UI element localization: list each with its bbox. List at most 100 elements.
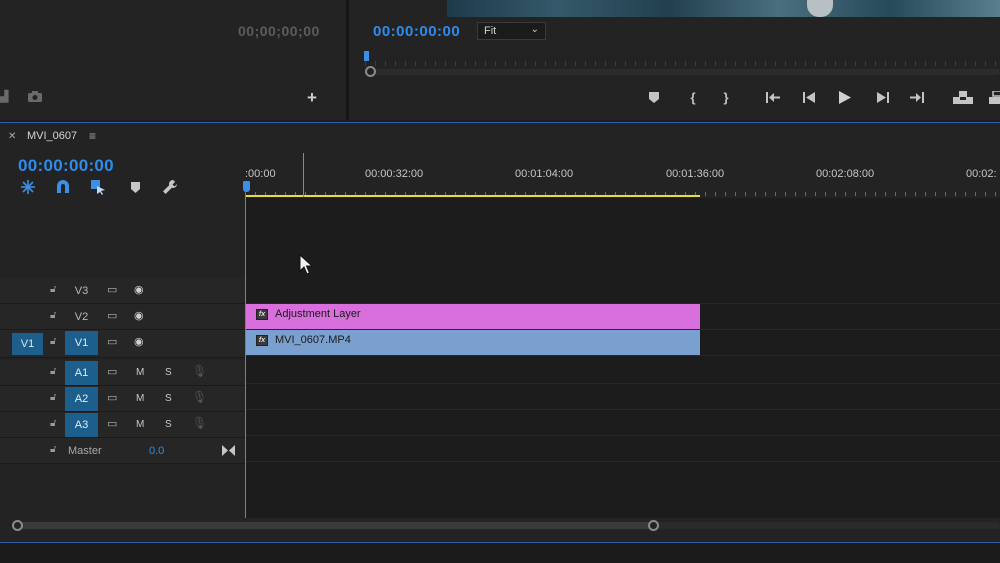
ruler-label: 00:01:36:00 — [666, 168, 725, 180]
track-lane-v3[interactable] — [245, 278, 1000, 304]
video-preview — [447, 0, 1000, 17]
sync-lock-icon[interactable]: ▭ — [107, 283, 117, 296]
track-target-a2[interactable]: A2 — [65, 387, 98, 411]
go-to-in-icon[interactable] — [762, 86, 784, 108]
track-header-a1: 🔓︎ A1 ▭ M S 🎙︎ — [0, 360, 245, 386]
program-timecode[interactable]: 00:00:00:00 — [373, 23, 460, 40]
scroll-handle-left[interactable] — [12, 520, 23, 531]
program-scrollbar[interactable] — [365, 69, 1000, 75]
track-header-v3: 🔓︎ V3 ▭ ◉ — [0, 278, 245, 304]
playhead-line — [245, 193, 246, 518]
solo-button[interactable]: S — [165, 419, 172, 430]
program-monitor: 00:00:00:00 Fit ⌄ { } — [349, 0, 1000, 120]
clip-adjustment-layer[interactable]: fx Adjustment Layer — [245, 304, 700, 329]
sync-lock-icon[interactable]: ▭ — [107, 391, 117, 404]
solo-button[interactable]: S — [165, 367, 172, 378]
mute-button[interactable]: M — [136, 393, 144, 404]
bottom-panel — [0, 542, 1000, 563]
insert-icon[interactable]: ▟ — [0, 90, 8, 103]
zoom-select[interactable]: Fit ⌄ — [477, 22, 546, 40]
go-to-in-out-icon[interactable] — [222, 443, 235, 461]
panel-menu-icon[interactable]: ≡ — [89, 129, 96, 143]
timeline-timecode[interactable]: 00:00:00:00 — [18, 156, 114, 176]
sync-lock-icon[interactable]: ▭ — [107, 335, 117, 348]
track-header-v1: V1 🔓︎ V1 ▭ ◉ — [0, 330, 245, 358]
track-target-v3[interactable]: V3 — [65, 279, 98, 303]
ruler-label: 00:00:32:00 — [365, 168, 424, 180]
linked-selection-icon[interactable] — [89, 178, 107, 196]
ruler-label: 00:02:08:00 — [816, 168, 875, 180]
mic-icon[interactable]: 🎙︎ — [192, 364, 207, 378]
lift-icon[interactable] — [952, 86, 974, 108]
hover-indicator — [303, 153, 304, 197]
track-target-a3[interactable]: A3 — [65, 413, 98, 437]
track-lane-a3[interactable] — [245, 410, 1000, 436]
track-lane-a1[interactable] — [245, 358, 1000, 384]
lock-icon[interactable]: 🔓︎ — [50, 284, 56, 295]
sync-lock-icon[interactable]: ▭ — [107, 365, 117, 378]
play-icon[interactable] — [834, 86, 856, 108]
fx-badge-icon: fx — [256, 309, 268, 320]
source-timecode[interactable]: 00;00;00;00 — [238, 23, 320, 39]
track-lane-master[interactable] — [245, 436, 1000, 462]
track-header-v2: 🔓︎ V2 ▭ ◉ — [0, 304, 245, 330]
fx-badge-icon: fx — [256, 335, 268, 346]
sync-lock-icon[interactable]: ▭ — [107, 417, 117, 430]
master-label: Master — [68, 445, 102, 457]
extract-icon[interactable] — [985, 86, 1000, 108]
track-target-v1[interactable]: V1 — [65, 331, 98, 355]
track-target-v2[interactable]: V2 — [65, 305, 98, 329]
program-ruler[interactable] — [365, 54, 1000, 66]
eye-icon[interactable]: ◉ — [134, 309, 144, 322]
playhead-handle[interactable] — [243, 181, 250, 192]
ruler-label: :00:00 — [245, 168, 276, 180]
camera-icon[interactable] — [27, 90, 43, 108]
track-header-master: 🔓︎ Master 0.0 — [0, 438, 245, 464]
close-icon[interactable]: ✕ — [8, 131, 16, 142]
wrench-icon[interactable] — [161, 178, 179, 196]
solo-button[interactable]: S — [165, 393, 172, 404]
step-back-icon[interactable] — [798, 86, 820, 108]
add-marker-icon[interactable] — [126, 178, 144, 196]
clip-label: Adjustment Layer — [275, 308, 361, 320]
mic-icon[interactable]: 🎙︎ — [192, 390, 207, 404]
mute-button[interactable]: M — [136, 367, 144, 378]
mouse-cursor-icon — [299, 253, 314, 280]
time-ruler[interactable]: :00:00 00:00:32:00 00:01:04:00 00:01:36:… — [245, 151, 1000, 197]
go-to-out-icon[interactable] — [906, 86, 928, 108]
lock-icon[interactable]: 🔓︎ — [50, 366, 56, 377]
lock-icon[interactable]: 🔓︎ — [50, 444, 56, 455]
eye-icon[interactable]: ◉ — [134, 335, 144, 348]
nest-icon[interactable] — [19, 178, 37, 196]
track-area[interactable]: fx Adjustment Layer fx MVI_0607.MP4 — [245, 198, 1000, 518]
mute-button[interactable]: M — [136, 419, 144, 430]
step-forward-icon[interactable] — [871, 86, 893, 108]
track-lane-a2[interactable] — [245, 384, 1000, 410]
add-marker-icon[interactable] — [643, 86, 665, 108]
track-header-footer — [0, 464, 245, 518]
snap-icon[interactable] — [54, 178, 72, 196]
lock-icon[interactable]: 🔓︎ — [50, 392, 56, 403]
lock-icon[interactable]: 🔓︎ — [50, 310, 56, 321]
mark-out-icon[interactable]: } — [715, 86, 737, 108]
program-scroll-handle[interactable] — [365, 66, 376, 77]
lock-icon[interactable]: 🔓︎ — [50, 336, 56, 347]
sequence-tab[interactable]: MVI_0607 — [27, 130, 77, 142]
track-target-a1[interactable]: A1 — [65, 361, 98, 385]
master-volume[interactable]: 0.0 — [149, 445, 164, 457]
source-monitor: 00;00;00;00 ▟ + — [0, 0, 346, 120]
mark-in-icon[interactable]: { — [682, 86, 704, 108]
mic-icon[interactable]: 🎙︎ — [192, 416, 207, 430]
scrollbar-thumb[interactable] — [18, 522, 658, 529]
add-button-icon[interactable]: + — [307, 88, 317, 108]
ruler-label: 00:01:04:00 — [515, 168, 574, 180]
timeline-scrollbar[interactable] — [12, 520, 1000, 531]
lock-icon[interactable]: 🔓︎ — [50, 418, 56, 429]
sync-lock-icon[interactable]: ▭ — [107, 309, 117, 322]
source-patch-v1[interactable]: V1 — [12, 333, 43, 355]
work-area-bar[interactable] — [245, 195, 700, 197]
scroll-handle-right[interactable] — [648, 520, 659, 531]
track-header-a3: 🔓︎ A3 ▭ M S 🎙︎ — [0, 412, 245, 438]
eye-icon[interactable]: ◉ — [134, 283, 144, 296]
clip-mvi-0607[interactable]: fx MVI_0607.MP4 — [245, 330, 700, 355]
